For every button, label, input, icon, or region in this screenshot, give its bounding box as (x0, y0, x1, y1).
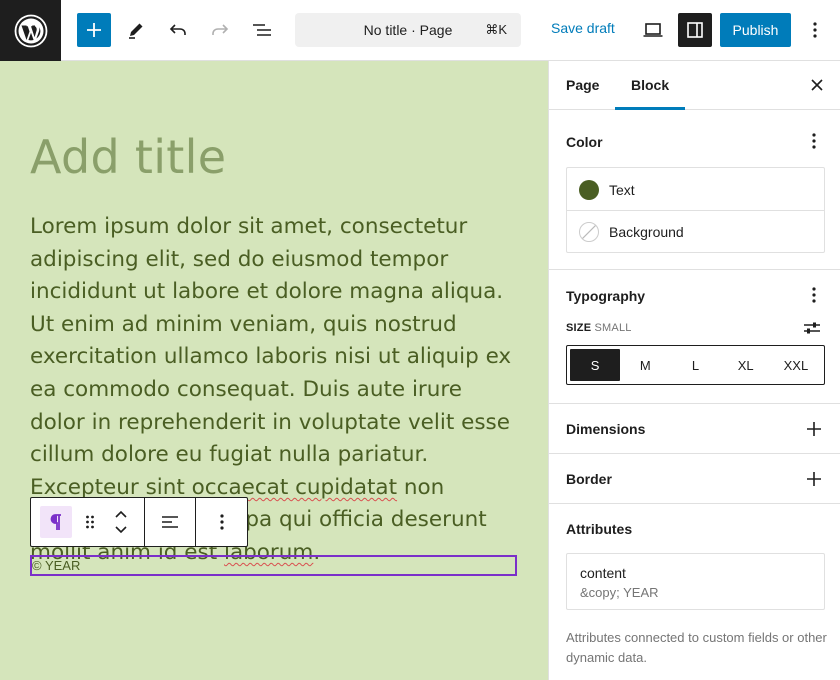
drag-handle-icon (86, 515, 94, 529)
block-toolbar-block-group (31, 498, 145, 546)
paragraph-icon (50, 514, 61, 530)
panel-divider (549, 269, 840, 270)
typography-options-button[interactable] (804, 285, 824, 305)
size-option-s[interactable]: S (570, 349, 621, 381)
misspelled-word: occaecat cupidatat (191, 474, 398, 500)
align-left-icon (162, 516, 178, 528)
wordpress-logo-button[interactable] (0, 0, 61, 61)
font-size-toggle-group: S M L XL XXL (566, 345, 825, 385)
sidebar-tabs: Page Block (549, 61, 840, 110)
close-icon (811, 79, 823, 91)
attribute-binding-item[interactable]: content &copy; YEAR (566, 553, 825, 610)
close-sidebar-button[interactable] (807, 75, 827, 95)
drag-handle[interactable] (78, 506, 102, 538)
more-vertical-icon (813, 22, 817, 38)
attributes-panel-title: Attributes (566, 521, 633, 537)
panel-divider (549, 503, 840, 504)
more-vertical-icon (812, 133, 816, 149)
pencil-icon (129, 23, 143, 39)
background-color-label: Background (609, 224, 684, 240)
list-view-icon (253, 24, 271, 36)
background-color-swatch (579, 222, 599, 242)
document-overview-button[interactable] (245, 13, 279, 47)
redo-icon (212, 24, 229, 35)
size-option-xxl[interactable]: XXL (771, 349, 821, 381)
tab-page[interactable]: Page (566, 77, 599, 93)
editor-header: No title · Page ⌘K Save draft Publish (0, 0, 840, 61)
options-button[interactable] (800, 13, 830, 47)
paragraph-text: sint (138, 474, 192, 500)
paragraph-text: Lorem ipsum dolor sit amet, consectetur … (30, 214, 512, 468)
block-options-button[interactable] (196, 498, 247, 546)
plus-icon (87, 23, 101, 37)
save-draft-button[interactable]: Save draft (551, 20, 615, 36)
block-toolbar (30, 497, 248, 547)
selected-paragraph-block[interactable]: © YEAR (30, 555, 517, 576)
undo-button[interactable] (161, 13, 195, 47)
attribute-value: &copy; YEAR (580, 585, 659, 600)
panel-divider (549, 403, 840, 404)
command-palette-bar[interactable]: No title · Page ⌘K (295, 13, 521, 47)
text-color-item[interactable]: Text (567, 168, 824, 211)
more-vertical-icon (219, 514, 224, 530)
color-panel-title: Color (566, 134, 603, 150)
background-color-item[interactable]: Background (567, 210, 824, 253)
paragraph-text: non (397, 474, 445, 500)
typography-panel-title: Typography (566, 288, 646, 304)
size-option-xl[interactable]: XL (721, 349, 771, 381)
desktop-icon (643, 23, 663, 37)
publish-button[interactable]: Publish (720, 13, 791, 47)
size-option-m[interactable]: M (620, 349, 670, 381)
block-mover (106, 502, 136, 542)
redo-button[interactable] (203, 13, 237, 47)
misspelled-word: Excepteur (30, 474, 139, 500)
tools-button[interactable] (119, 13, 153, 47)
text-color-swatch (579, 179, 599, 200)
block-type-switcher[interactable] (40, 506, 72, 538)
chevron-up-icon[interactable] (114, 510, 128, 519)
custom-size-button[interactable] (802, 318, 822, 338)
preview-button[interactable] (636, 13, 670, 47)
tab-block[interactable]: Block (631, 77, 669, 93)
settings-sidebar-toggle[interactable] (678, 13, 712, 47)
panel-divider (549, 453, 840, 454)
keyboard-shortcut-hint: ⌘K (485, 22, 507, 37)
editor-canvas[interactable]: Add title Lorem ipsum dolor sit amet, co… (0, 61, 548, 680)
font-size-heading: SIZE (566, 322, 592, 334)
font-size-label: SIZE SMALL (566, 322, 632, 334)
wordpress-icon (14, 14, 47, 47)
size-option-l[interactable]: L (670, 349, 720, 381)
font-size-value: SMALL (594, 322, 632, 334)
attribute-name: content (580, 565, 626, 581)
plus-icon[interactable] (806, 471, 822, 487)
undo-icon (169, 24, 186, 35)
plus-icon[interactable] (806, 421, 822, 437)
more-vertical-icon (812, 287, 816, 303)
settings-sliders-icon (804, 322, 820, 334)
color-options-button[interactable] (804, 131, 824, 151)
text-color-label: Text (609, 181, 635, 198)
dimensions-panel-title[interactable]: Dimensions (566, 421, 645, 437)
chevron-down-icon[interactable] (114, 525, 128, 534)
active-tab-indicator (615, 107, 685, 110)
align-text-button[interactable] (145, 498, 196, 546)
settings-sidebar: Page Block Color Text Background Typogra… (548, 61, 840, 680)
attributes-help-text: Attributes connected to custom fields or… (566, 630, 827, 665)
add-block-button[interactable] (77, 13, 111, 47)
color-settings-list: Text Background (566, 167, 825, 253)
title-input[interactable]: Add title (30, 130, 226, 184)
sidebar-icon (687, 22, 703, 38)
border-panel-title[interactable]: Border (566, 471, 612, 487)
